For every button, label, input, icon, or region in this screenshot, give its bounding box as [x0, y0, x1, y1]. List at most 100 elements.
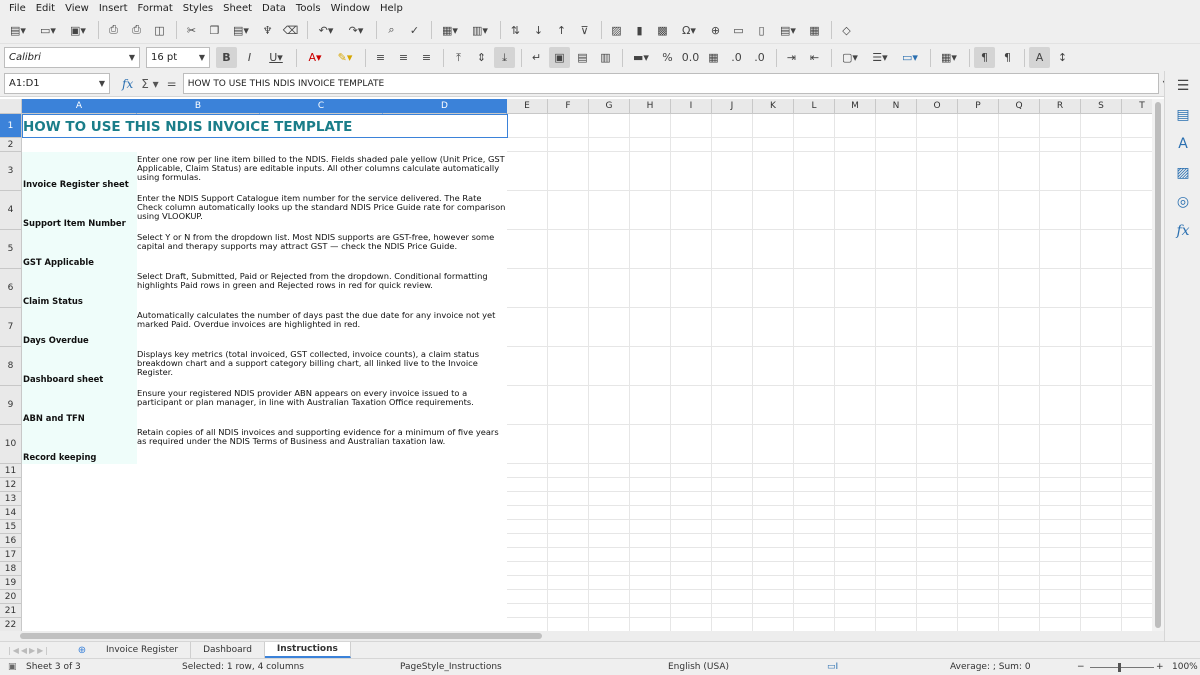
styles-icon[interactable]: A — [1165, 129, 1200, 158]
conditional-format-icon[interactable]: ▦▾ — [935, 47, 963, 68]
column-header-t[interactable]: T — [1122, 99, 1152, 114]
delete-decimal-icon[interactable]: .0 — [749, 47, 770, 68]
menu-item-format[interactable]: Format — [133, 3, 178, 14]
sort-icon[interactable]: ⇅ — [505, 20, 526, 41]
zoom-slider[interactable] — [1090, 667, 1154, 668]
select-all-corner[interactable] — [0, 99, 22, 114]
column-header-h[interactable]: H — [630, 99, 671, 114]
column-header-n[interactable]: N — [876, 99, 917, 114]
row-header-19[interactable]: 19 — [0, 576, 22, 590]
sum-icon[interactable]: Σ ▾ — [141, 77, 158, 91]
highlight-color-icon[interactable]: ✎▾ — [331, 47, 359, 68]
add-sheet-icon[interactable]: ⊕ — [70, 645, 94, 656]
row-header-15[interactable]: 15 — [0, 520, 22, 534]
menu-item-edit[interactable]: Edit — [31, 3, 60, 14]
border-color-icon[interactable]: ▭▾ — [896, 47, 924, 68]
increase-indent-icon[interactable]: ⇥ — [781, 47, 802, 68]
align-right-icon[interactable]: ≡ — [416, 47, 437, 68]
font-name-box[interactable]: Calibri ▼ — [4, 47, 140, 68]
clone-formatting-icon[interactable]: ♆ — [257, 20, 278, 41]
menu-item-help[interactable]: Help — [375, 3, 408, 14]
sheet-tab-invoice-register[interactable]: Invoice Register — [94, 642, 192, 658]
horizontal-scrollbar[interactable] — [0, 631, 1164, 641]
currency-format-icon[interactable]: ▬▾ — [627, 47, 655, 68]
zoom-slider-knob[interactable] — [1118, 663, 1121, 672]
redo-icon[interactable]: ↷▾ — [342, 20, 370, 41]
sort-descending-icon[interactable]: ↑ — [551, 20, 572, 41]
column-header-j[interactable]: J — [712, 99, 753, 114]
merge-center-icon[interactable]: ▣ — [549, 47, 570, 68]
column-header-q[interactable]: Q — [999, 99, 1040, 114]
column-header-a[interactable]: A — [22, 99, 137, 114]
freeze-rows-columns-icon[interactable]: ▦ — [804, 20, 825, 41]
column-header-m[interactable]: M — [835, 99, 876, 114]
row-header-1[interactable]: 1 — [0, 114, 22, 138]
show-draw-functions-icon[interactable]: ◇ — [836, 20, 857, 41]
undo-icon[interactable]: ↶▾ — [312, 20, 340, 41]
decrease-indent-icon[interactable]: ⇤ — [804, 47, 825, 68]
text-direction-ltr-icon[interactable]: ¶ — [974, 47, 995, 68]
align-left-icon[interactable]: ≡ — [370, 47, 391, 68]
autofilter-icon[interactable]: ⊽ — [574, 20, 595, 41]
formula-icon[interactable]: = — [167, 77, 177, 91]
column-header-o[interactable]: O — [917, 99, 958, 114]
menu-item-window[interactable]: Window — [326, 3, 375, 14]
underline-icon[interactable]: U▾ — [262, 47, 290, 68]
row-header-16[interactable]: 16 — [0, 534, 22, 548]
row-header-7[interactable]: 7 — [0, 308, 22, 347]
row-header-2[interactable]: 2 — [0, 138, 22, 152]
border-style-icon[interactable]: ☰▾ — [866, 47, 894, 68]
menu-item-tools[interactable]: Tools — [291, 3, 326, 14]
menu-item-styles[interactable]: Styles — [178, 3, 218, 14]
menu-item-insert[interactable]: Insert — [94, 3, 133, 14]
column-header-g[interactable]: G — [589, 99, 630, 114]
sheet-navigation-icon[interactable]: |◀◀▶▶| — [0, 646, 70, 655]
sheet-tab-instructions[interactable]: Instructions — [264, 642, 351, 658]
gallery-icon[interactable]: ▨ — [1165, 158, 1200, 187]
menu-item-view[interactable]: View — [60, 3, 94, 14]
paste-icon[interactable]: ▤▾ — [227, 20, 255, 41]
row-header-4[interactable]: 4 — [0, 191, 22, 230]
column-header-k[interactable]: K — [753, 99, 794, 114]
cut-icon[interactable]: ✂ — [181, 20, 202, 41]
special-character-icon[interactable]: Ω▾ — [675, 20, 703, 41]
selection-mode-icon[interactable]: ▭I — [827, 662, 838, 672]
new-icon[interactable]: ▤▾ — [4, 20, 32, 41]
font-color-icon[interactable]: A▾ — [301, 47, 329, 68]
copy-icon[interactable]: ❐ — [204, 20, 225, 41]
column-header-i[interactable]: I — [671, 99, 712, 114]
row-header-11[interactable]: 11 — [0, 464, 22, 478]
align-bottom-icon[interactable]: ⤓ — [494, 47, 515, 68]
text-left-to-right-icon[interactable]: A — [1029, 47, 1050, 68]
row-header-10[interactable]: 10 — [0, 425, 22, 464]
borders-icon[interactable]: ▢▾ — [836, 47, 864, 68]
italic-icon[interactable]: I — [239, 47, 260, 68]
spreadsheet-grid[interactable]: A B C D E F G H I J K L M N O P Q R S T 1 2 3 4 5 6 7 8 9 10 11 12 13 14 1… — [0, 99, 1152, 631]
row-header-5[interactable]: 5 — [0, 230, 22, 269]
navigator-icon[interactable]: ◎ — [1165, 187, 1200, 216]
row-header-3[interactable]: 3 — [0, 152, 22, 191]
row-header-8[interactable]: 8 — [0, 347, 22, 386]
find-replace-icon[interactable]: ⌕ — [381, 20, 402, 41]
unmerge-cells-icon[interactable]: ▥ — [595, 47, 616, 68]
sheet-tab-dashboard[interactable]: Dashboard — [191, 642, 265, 658]
row-header-22[interactable]: 22 — [0, 618, 22, 631]
functions-icon[interactable]: fx — [1165, 216, 1200, 245]
zoom-in-icon[interactable]: + — [1156, 662, 1164, 672]
open-icon[interactable]: ▭▾ — [34, 20, 62, 41]
column-header-l[interactable]: L — [794, 99, 835, 114]
comment-icon[interactable]: ▭ — [728, 20, 749, 41]
number-format-icon[interactable]: 0.0 — [680, 47, 701, 68]
column-header-c[interactable]: C — [260, 99, 383, 114]
formula-input[interactable]: HOW TO USE THIS NDIS INVOICE TEMPLATE — [182, 73, 1159, 94]
sidebar-menu-icon[interactable]: ☰ — [1165, 71, 1200, 100]
define-print-area-icon[interactable]: ▤▾ — [774, 20, 802, 41]
date-format-icon[interactable]: ▦ — [703, 47, 724, 68]
column-header-e[interactable]: E — [507, 99, 548, 114]
header-footer-icon[interactable]: ▯ — [751, 20, 772, 41]
function-wizard-icon[interactable]: fx — [122, 77, 133, 91]
text-top-to-bottom-icon[interactable]: ↕ — [1052, 47, 1073, 68]
row-header-9[interactable]: 9 — [0, 386, 22, 425]
menu-item-file[interactable]: File — [4, 3, 31, 14]
row-header-17[interactable]: 17 — [0, 548, 22, 562]
